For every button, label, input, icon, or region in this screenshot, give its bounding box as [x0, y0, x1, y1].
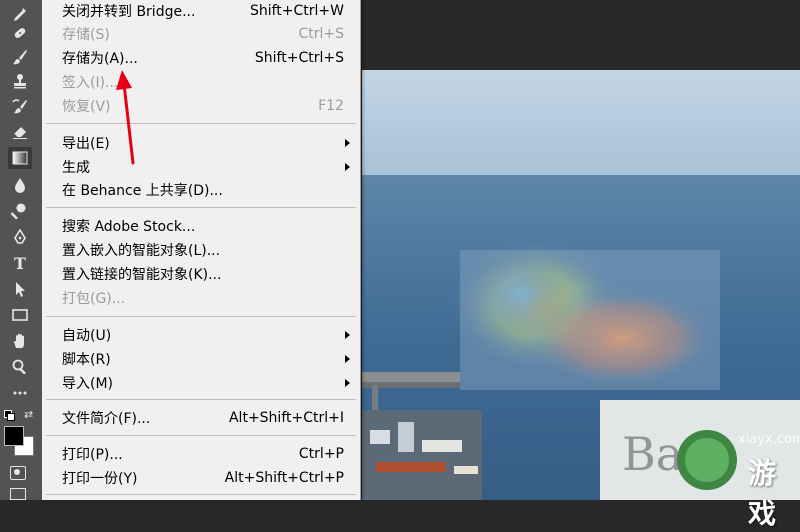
pen-icon[interactable] [8, 226, 32, 248]
default-colors-icon[interactable] [4, 410, 16, 421]
menu-separator [46, 207, 356, 208]
submenu-arrow-icon [345, 379, 350, 387]
menu-item-check-in: 签入(I)... [62, 75, 119, 91]
gradient-icon[interactable] [8, 147, 32, 169]
more-tools-icon[interactable] [8, 382, 32, 404]
menu-item-scripts[interactable]: 脚本(R) [42, 348, 360, 370]
menu-separator [46, 435, 356, 436]
history-brush-icon[interactable] [8, 96, 32, 118]
menu-item-save-as[interactable]: 存储为(A)... Shift+Ctrl+S [42, 47, 360, 69]
menu-item-save: 存储(S) Ctrl+S [62, 26, 344, 43]
brush-icon[interactable] [8, 46, 32, 68]
menu-separator [46, 316, 356, 317]
submenu-arrow-icon [345, 163, 350, 171]
healing-brush-icon[interactable] [8, 22, 32, 44]
photo-seascape: Ba [362, 70, 800, 500]
zoom-icon[interactable] [8, 356, 32, 378]
path-selection-icon[interactable] [8, 278, 32, 300]
tools-panel: T ⇄ [0, 0, 43, 500]
submenu-arrow-icon [345, 355, 350, 363]
swap-colors-icon[interactable]: ⇄ [24, 408, 33, 421]
menu-item-package: 打包(G)... [62, 291, 126, 307]
svg-text:Ba: Ba [622, 427, 683, 481]
menu-item-export[interactable]: 导出(E) [42, 132, 360, 154]
menu-separator [46, 399, 356, 400]
menu-item-search-adobe-stock[interactable]: 搜索 Adobe Stock... [42, 215, 360, 237]
menu-separator [46, 494, 356, 495]
hand-icon[interactable] [8, 330, 32, 352]
screen-mode-icon[interactable] [10, 488, 26, 500]
submenu-arrow-icon [345, 139, 350, 147]
menu-item-import[interactable]: 导入(M) [42, 372, 360, 394]
foreground-color-swatch[interactable] [4, 426, 24, 446]
eraser-icon[interactable] [8, 120, 32, 142]
type-icon[interactable]: T [8, 252, 32, 274]
clone-stamp-icon[interactable] [8, 70, 32, 92]
menu-item-place-embedded[interactable]: 置入嵌入的智能对象(L)... [42, 239, 360, 261]
menu-item-generate[interactable]: 生成 [42, 156, 360, 178]
watermark-logo-text: 游戏 [748, 457, 778, 530]
menu-item-print[interactable]: 打印(P)... Ctrl+P [42, 443, 360, 465]
rectangle-icon[interactable] [8, 304, 32, 326]
menu-item-file-info[interactable]: 文件简介(F)... Alt+Shift+Ctrl+I [42, 407, 360, 429]
menu-item-automate[interactable]: 自动(U) [42, 324, 360, 346]
menu-item-place-linked[interactable]: 置入链接的智能对象(K)... [42, 263, 360, 285]
color-sampler-icon[interactable] [8, 2, 32, 24]
menu-item-share-behance[interactable]: 在 Behance 上共享(D)... [42, 179, 360, 201]
menu-item-print-one-copy[interactable]: 打印一份(Y) Alt+Shift+Ctrl+P [42, 467, 360, 489]
quick-mask-icon[interactable] [10, 466, 26, 480]
dodge-icon[interactable] [8, 200, 32, 222]
menu-item-close-go-bridge[interactable]: 关闭并转到 Bridge... Shift+Ctrl+W [42, 0, 360, 22]
file-menu: 关闭并转到 Bridge... Shift+Ctrl+W 存储(S) Ctrl+S … [42, 0, 361, 500]
blur-icon[interactable] [8, 174, 32, 196]
menu-separator [46, 123, 356, 124]
menu-item-revert: 恢复(V) F12 [62, 98, 344, 115]
submenu-arrow-icon [345, 331, 350, 339]
watermark-site: xiayx.com [738, 432, 800, 447]
